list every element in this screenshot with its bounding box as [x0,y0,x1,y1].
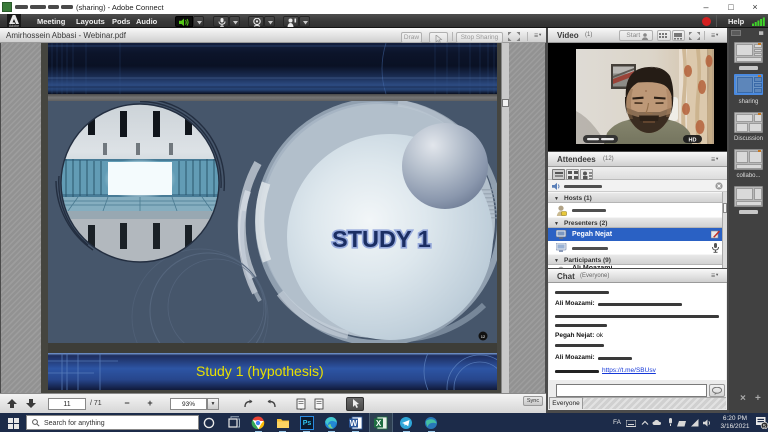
svg-text:STUDY 1: STUDY 1 [332,226,431,252]
svg-text:12: 12 [481,334,486,339]
svg-text:X: X [376,418,382,427]
svg-text:HD: HD [689,137,697,143]
svg-text:Study 1 (hypothesis): Study 1 (hypothesis) [196,363,324,379]
svg-text:5: 5 [763,424,766,429]
svg-text:W: W [350,418,358,427]
